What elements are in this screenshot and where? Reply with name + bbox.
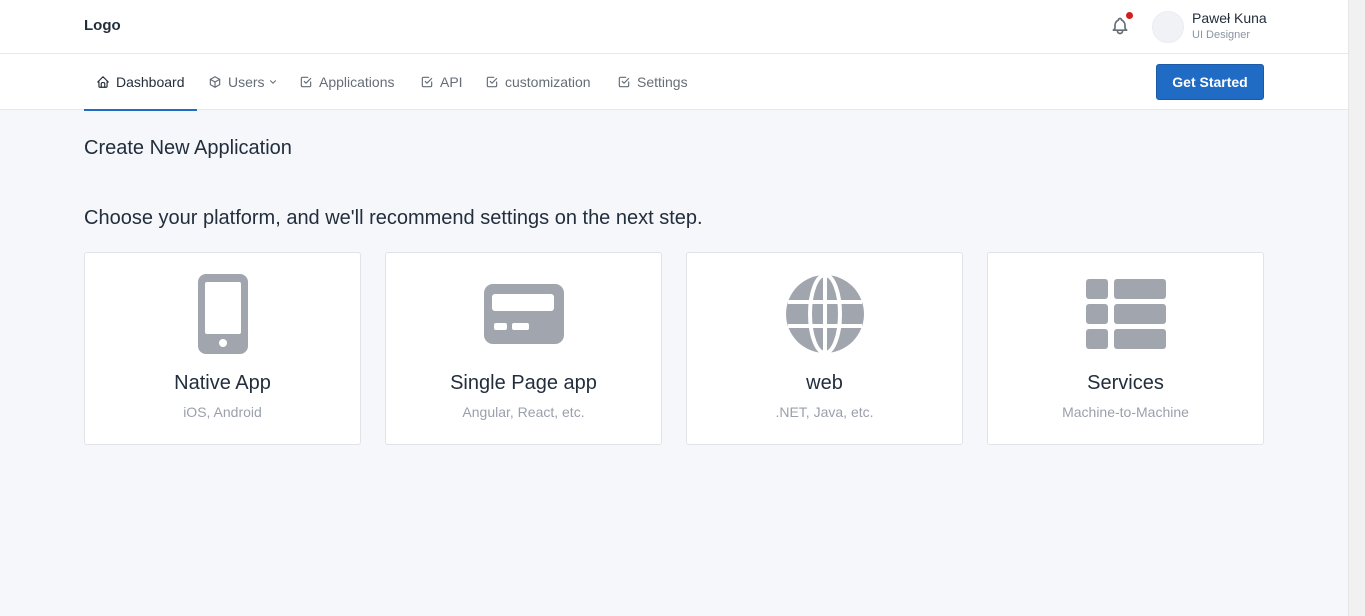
main-navigation: Dashboard Users Applications API customi… xyxy=(0,54,1348,111)
nav-item-label: Users xyxy=(228,74,265,90)
nav-item-settings[interactable]: Settings xyxy=(617,54,688,110)
globe-icon xyxy=(785,274,864,354)
chevron-down-icon xyxy=(269,80,276,84)
page-scrollbar[interactable] xyxy=(1348,0,1365,616)
card-subtitle: .NET, Java, etc. xyxy=(775,404,874,420)
page-subtitle: Choose your platform, and we'll recommen… xyxy=(84,207,703,229)
table-list-icon xyxy=(1085,279,1166,349)
nav-item-api[interactable]: API xyxy=(420,54,463,110)
top-header: Logo Paweł Kuna UI Designer xyxy=(0,0,1348,54)
checkbox-icon xyxy=(421,76,433,88)
checkbox-icon xyxy=(486,76,498,88)
card-title: Native App xyxy=(174,372,271,394)
card-subtitle: Machine-to-Machine xyxy=(1062,404,1189,420)
card-title: Services xyxy=(1087,372,1164,394)
user-role: UI Designer xyxy=(1192,29,1251,41)
nav-item-label: Dashboard xyxy=(116,74,185,90)
nav-item-label: customization xyxy=(505,74,591,90)
notification-badge xyxy=(1126,12,1133,19)
nav-item-label: Settings xyxy=(637,74,688,90)
platform-card-services[interactable]: Services Machine-to-Machine xyxy=(987,252,1264,445)
browser-window-icon xyxy=(483,284,564,344)
logo[interactable]: Logo xyxy=(84,17,121,34)
mobile-phone-icon xyxy=(197,274,248,354)
nav-item-label: API xyxy=(440,74,463,90)
user-name[interactable]: Paweł Kuna xyxy=(1192,10,1267,26)
card-title: web xyxy=(806,372,843,394)
card-subtitle: iOS, Android xyxy=(183,404,262,420)
nav-item-applications[interactable]: Applications xyxy=(299,54,395,110)
notification-bell-icon[interactable] xyxy=(1110,16,1130,36)
nav-item-customization[interactable]: customization xyxy=(485,54,591,110)
platform-card-single-page-app[interactable]: Single Page app Angular, React, etc. xyxy=(385,252,662,445)
checkbox-icon xyxy=(300,76,312,88)
nav-item-label: Applications xyxy=(319,74,395,90)
nav-item-users[interactable]: Users xyxy=(208,54,278,110)
platform-card-native-app[interactable]: Native App iOS, Android xyxy=(84,252,361,445)
page-title: Create New Application xyxy=(84,137,292,159)
card-subtitle: Angular, React, etc. xyxy=(462,404,585,420)
package-icon xyxy=(209,76,221,88)
card-title: Single Page app xyxy=(450,372,597,394)
avatar[interactable] xyxy=(1152,11,1184,43)
home-icon xyxy=(97,76,109,88)
checkbox-icon xyxy=(618,76,630,88)
get-started-button[interactable]: Get Started xyxy=(1156,64,1264,100)
nav-item-dashboard[interactable]: Dashboard xyxy=(84,54,197,111)
platform-card-web[interactable]: web .NET, Java, etc. xyxy=(686,252,963,445)
